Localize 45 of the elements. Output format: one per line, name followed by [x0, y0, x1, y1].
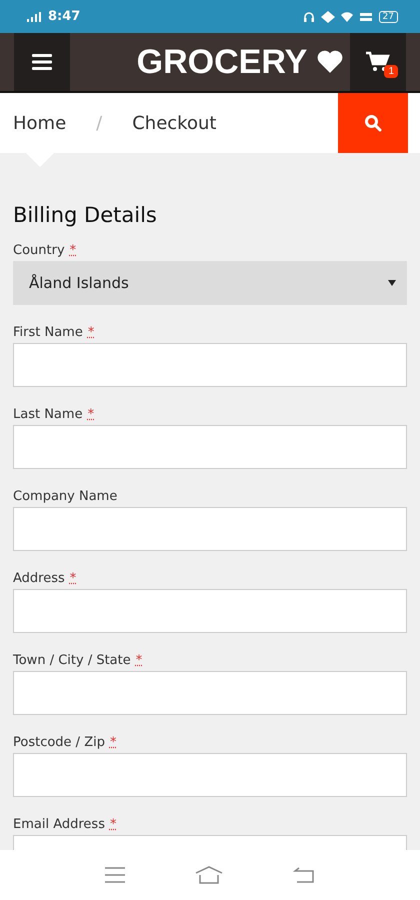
field-label: Last Name — [13, 407, 83, 422]
input-field[interactable] — [13, 343, 407, 387]
back-icon[interactable] — [293, 867, 315, 883]
input-field[interactable] — [13, 753, 407, 797]
field-label: Country — [13, 243, 65, 258]
breadcrumb-link[interactable]: Checkout — [132, 112, 216, 134]
signal-icon — [26, 10, 42, 22]
input-field[interactable] — [13, 589, 407, 633]
dropdown-value: Åland Islands — [29, 274, 129, 292]
clock-time: 8:47 — [48, 9, 80, 24]
field-label: Address — [13, 571, 65, 586]
field-label: First Name — [13, 325, 83, 340]
field-label: Company Name — [13, 489, 118, 504]
input-field[interactable] — [13, 425, 407, 469]
battery-indicator: 27 — [378, 10, 398, 22]
country-dropdown[interactable]: Åland Islands — [13, 261, 407, 305]
required-marker: * — [88, 325, 94, 340]
required-marker: * — [110, 817, 116, 832]
required-marker: * — [70, 243, 76, 258]
field-label: Email Address — [13, 817, 105, 832]
input-field[interactable] — [13, 671, 407, 715]
headphones-icon — [302, 10, 315, 22]
caret-icon — [388, 280, 396, 286]
field-label: Town / City / State — [13, 653, 131, 668]
breadcrumb-link[interactable]: Home — [13, 112, 66, 134]
required-marker: * — [88, 407, 94, 422]
cart-count-badge: 1 — [384, 65, 398, 78]
field-label: Postcode / Zip — [13, 735, 105, 750]
required-marker: * — [110, 735, 116, 750]
wifi-icon — [340, 10, 353, 22]
logo-text[interactable]: GROCERY — [136, 42, 308, 82]
breadcrumb-separator: / — [96, 112, 102, 134]
required-marker: * — [136, 653, 142, 668]
menu-button[interactable] — [14, 33, 70, 91]
search-button[interactable] — [338, 93, 408, 153]
menu-icon[interactable] — [105, 867, 125, 883]
menu-icon — [32, 54, 52, 70]
cart-button[interactable]: 1 — [350, 33, 406, 91]
input-field[interactable] — [13, 507, 407, 551]
home-icon[interactable] — [195, 866, 223, 884]
required-marker: * — [70, 571, 76, 586]
search-icon — [364, 114, 382, 132]
heart-icon — [317, 50, 344, 74]
section-title: Billing Details — [13, 203, 158, 227]
cart-icon — [366, 51, 390, 73]
